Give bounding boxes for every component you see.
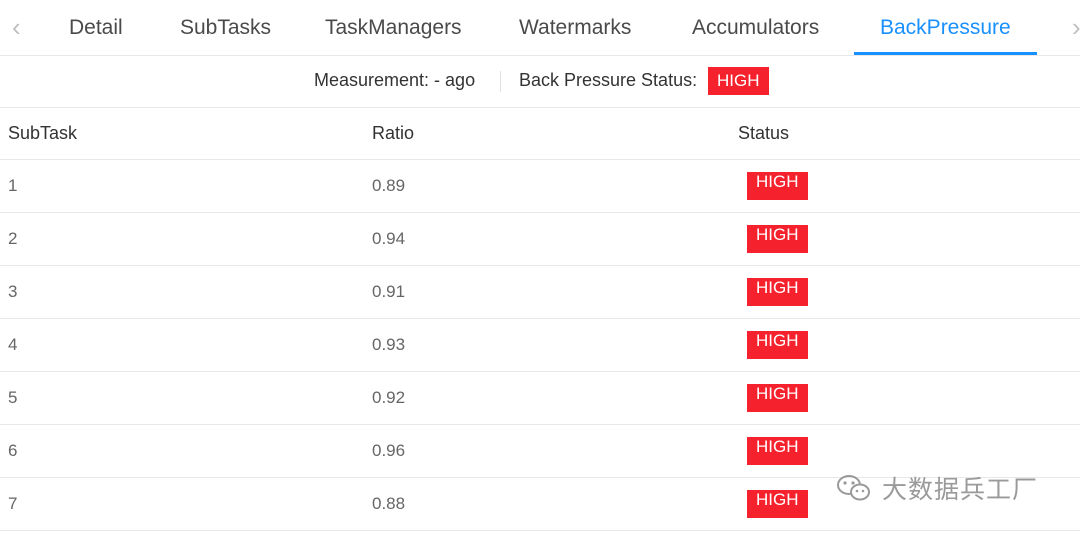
ratio-cell: 0.92 [372,388,406,407]
tab-backpressure[interactable]: BackPressure [854,0,1037,55]
tab-watermarks[interactable]: Watermarks [519,0,631,55]
subtask-cell: 4 [8,335,18,354]
table-row: 4 0.93 HIGH [0,319,1080,372]
status-badge: HIGH [747,437,808,465]
watermark: 大数据兵工厂 [836,470,1038,506]
status-badge: HIGH [747,384,808,412]
table-row: 2 0.94 HIGH [0,213,1080,266]
backpressure-status-badge: HIGH [708,67,769,95]
header-status: Status [738,123,790,143]
subtask-cell: 1 [8,176,18,195]
ratio-cell: 0.88 [372,494,406,513]
tab-detail[interactable]: Detail [69,0,123,55]
ratio-cell: 0.94 [372,229,406,248]
subtask-cell: 2 [8,229,18,248]
watermark-text: 大数据兵工厂 [882,475,1039,504]
status-badge: HIGH [747,278,808,306]
tab-bar: ‹ Detail SubTasks TaskManagers Watermark… [0,0,1080,56]
header-subtask: SubTask [8,123,78,143]
subtask-cell: 3 [8,282,18,301]
table-row: 3 0.91 HIGH [0,266,1080,319]
tab-taskmanagers[interactable]: TaskManagers [325,0,462,55]
summary-divider [500,71,501,92]
backpressure-table: SubTask Ratio Status 1 0.89 HIGH 2 0.94 HIGH 3… [0,107,1080,531]
tab-subtasks[interactable]: SubTasks [180,0,271,55]
ratio-cell: 0.96 [372,441,406,460]
table-row: 1 0.89 HIGH [0,160,1080,213]
ratio-cell: 0.89 [372,176,406,195]
table-header-row: SubTask Ratio Status [0,107,1080,160]
ratio-cell: 0.91 [372,282,406,301]
subtask-cell: 7 [8,494,18,513]
subtask-cell: 6 [8,441,18,460]
tab-accumulators[interactable]: Accumulators [692,0,819,55]
wechat-icon [837,475,870,501]
status-badge: HIGH [747,172,808,200]
backpressure-status-label: Back Pressure Status: [519,70,698,90]
table-row: 5 0.92 HIGH [0,372,1080,425]
measurement-text: Measurement: - ago [314,70,476,90]
status-badge: HIGH [747,331,808,359]
status-badge: HIGH [747,225,808,253]
backpressure-summary: Measurement: - ago Back Pressure Status:… [0,55,1080,108]
ratio-cell: 0.93 [372,335,406,354]
tab-next-arrow-icon[interactable]: › [1072,10,1080,44]
status-badge: HIGH [747,490,808,518]
tab-backpressure-label: BackPressure [880,16,1011,39]
header-ratio: Ratio [372,123,415,143]
tab-prev-arrow-icon[interactable]: ‹ [12,10,21,44]
subtask-cell: 5 [8,388,18,407]
